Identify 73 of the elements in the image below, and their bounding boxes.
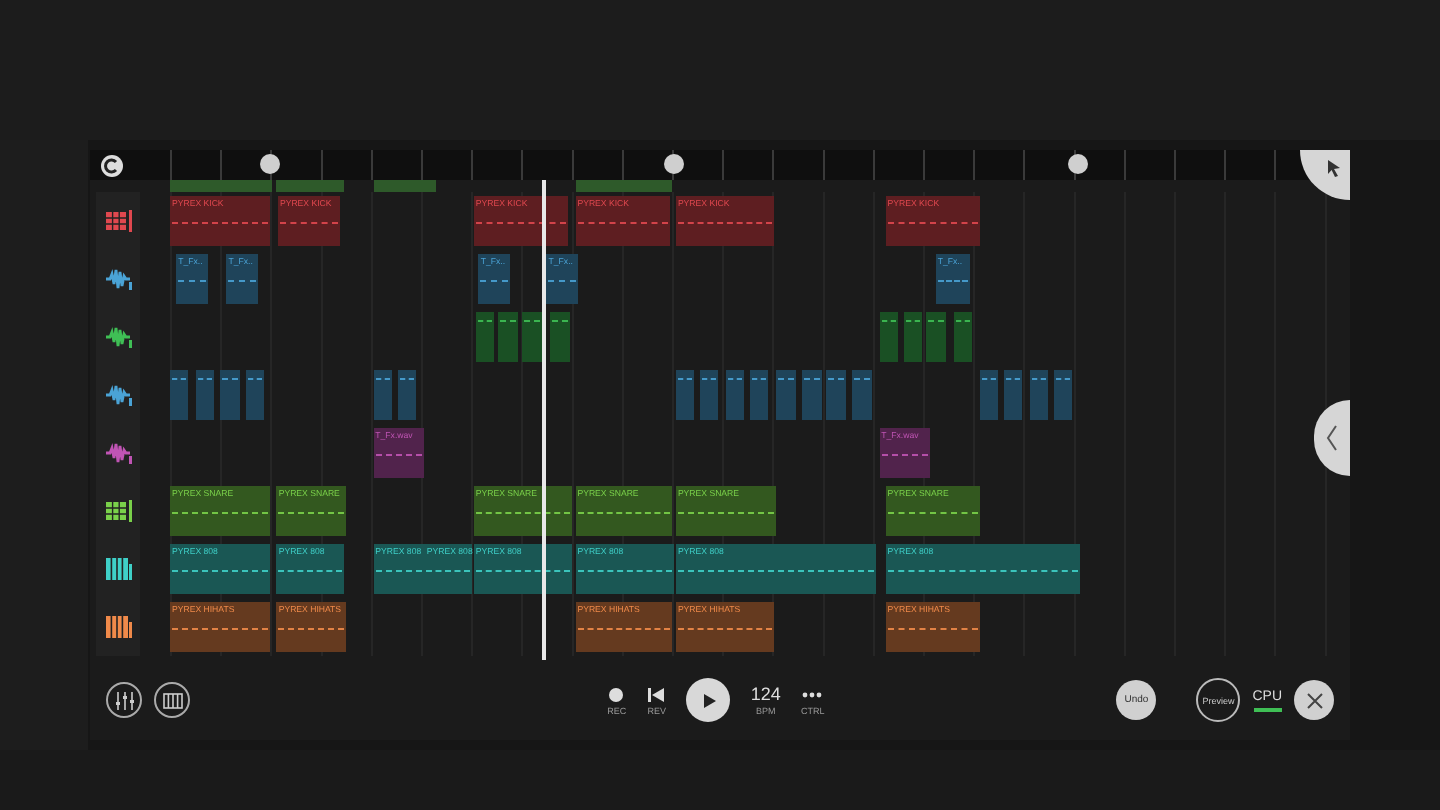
sample-clip[interactable] [475, 312, 494, 362]
sample-clip[interactable] [498, 312, 518, 362]
pattern-preview [887, 222, 978, 228]
sample-clip[interactable] [220, 370, 239, 420]
sample-clip[interactable] [675, 370, 695, 420]
pattern-preview [577, 512, 671, 518]
sample-clip[interactable] [1029, 370, 1049, 420]
sample-clip[interactable] [1053, 370, 1073, 420]
piano-keys-icon [161, 689, 183, 711]
bar-marker[interactable] [664, 154, 685, 174]
pattern-preview [887, 512, 978, 518]
pattern-preview [278, 512, 344, 518]
tempo-value: 124 [750, 685, 781, 703]
pattern-preview [881, 454, 928, 460]
sample-clip[interactable] [1003, 370, 1023, 420]
piano-button[interactable] [154, 682, 190, 718]
corner-tool-button[interactable] [1300, 150, 1350, 200]
close-button[interactable] [1294, 680, 1334, 720]
sample-clip[interactable] [903, 312, 922, 362]
sample-clip[interactable] [749, 370, 769, 420]
skip-back-icon [646, 685, 667, 703]
pattern-preview [677, 512, 775, 518]
pattern-preview [548, 280, 576, 286]
sample-clip[interactable] [699, 370, 719, 420]
chevron-left-icon [1324, 424, 1340, 452]
pattern-preview [375, 570, 422, 576]
pattern-preview [172, 628, 269, 634]
pattern-preview [172, 512, 269, 518]
pattern-preview [278, 628, 344, 634]
mixer-button[interactable] [106, 682, 142, 718]
pattern-preview [577, 222, 669, 228]
pattern-preview [228, 280, 256, 286]
pattern-preview [677, 628, 772, 634]
side-panel-tab[interactable] [1314, 400, 1350, 476]
pattern-preview [480, 280, 509, 286]
record-icon [606, 685, 627, 703]
loop-region[interactable] [373, 180, 437, 192]
sample-clip[interactable] [550, 312, 570, 362]
pointer-icon [1322, 156, 1344, 178]
pattern-preview [577, 570, 672, 576]
pattern-preview [887, 628, 978, 634]
pattern-preview [278, 570, 342, 576]
playhead[interactable] [542, 180, 547, 660]
sample-clip[interactable] [726, 370, 745, 420]
sample-clip[interactable] [979, 370, 999, 420]
bar-marker[interactable] [1067, 154, 1088, 174]
sample-clip[interactable] [802, 370, 822, 420]
pattern-preview [375, 454, 422, 460]
mixer-icon [113, 689, 135, 711]
sample-clip[interactable] [170, 370, 189, 420]
sample-clip[interactable] [522, 312, 542, 362]
play-button[interactable] [686, 678, 731, 722]
sample-clip[interactable] [926, 312, 946, 362]
sample-clip[interactable] [776, 370, 796, 420]
sample-clip[interactable] [879, 312, 899, 362]
sample-clip[interactable] [397, 370, 416, 420]
pattern-preview [279, 222, 339, 228]
pattern-preview [937, 280, 969, 286]
sample-clip[interactable] [953, 312, 973, 362]
sample-clip[interactable] [373, 370, 393, 420]
pattern-preview [178, 280, 206, 286]
pattern-preview [426, 570, 471, 576]
play-icon [699, 691, 718, 709]
pattern-preview [577, 628, 671, 634]
bar-marker[interactable] [260, 154, 281, 174]
pattern-preview [677, 222, 772, 228]
pattern-preview [172, 570, 269, 576]
sample-clip[interactable] [852, 370, 872, 420]
sample-clip[interactable] [245, 370, 265, 420]
sample-clip[interactable] [826, 370, 846, 420]
pattern-preview [172, 222, 269, 228]
close-icon [1305, 691, 1323, 709]
sample-clip[interactable] [195, 370, 214, 420]
